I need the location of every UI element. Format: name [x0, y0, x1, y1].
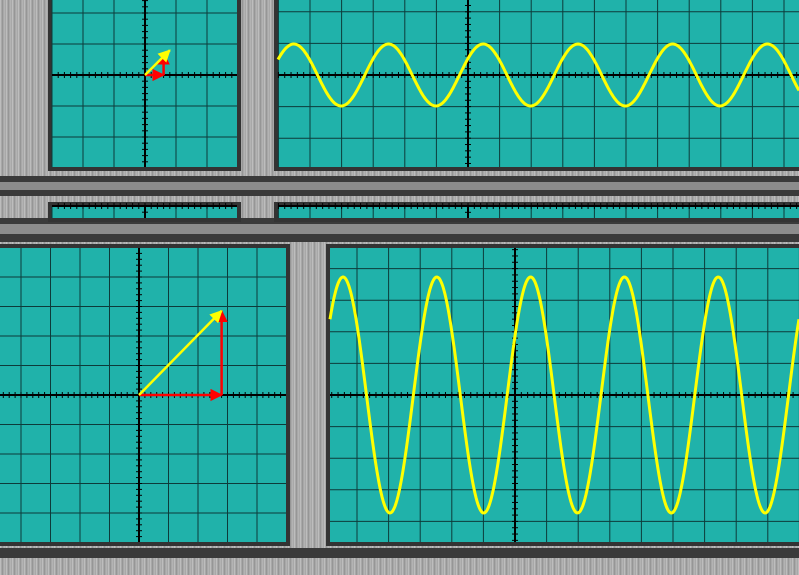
waveform-screen-small: [274, 0, 799, 171]
waveform-screen-partial: [274, 202, 799, 222]
oscilloscope-display: [0, 0, 799, 575]
scope-layer: [0, 0, 799, 558]
phasor-screen-small: [48, 0, 241, 171]
rail-highlight: [0, 182, 799, 190]
phasor-screen-large: [0, 244, 290, 546]
waveform-screen-large: [326, 244, 799, 546]
rail-dark: [0, 548, 799, 558]
phasor-screen-partial: [48, 202, 241, 222]
rail-highlight: [0, 224, 799, 234]
oscilloscope-canvas: [0, 0, 799, 575]
